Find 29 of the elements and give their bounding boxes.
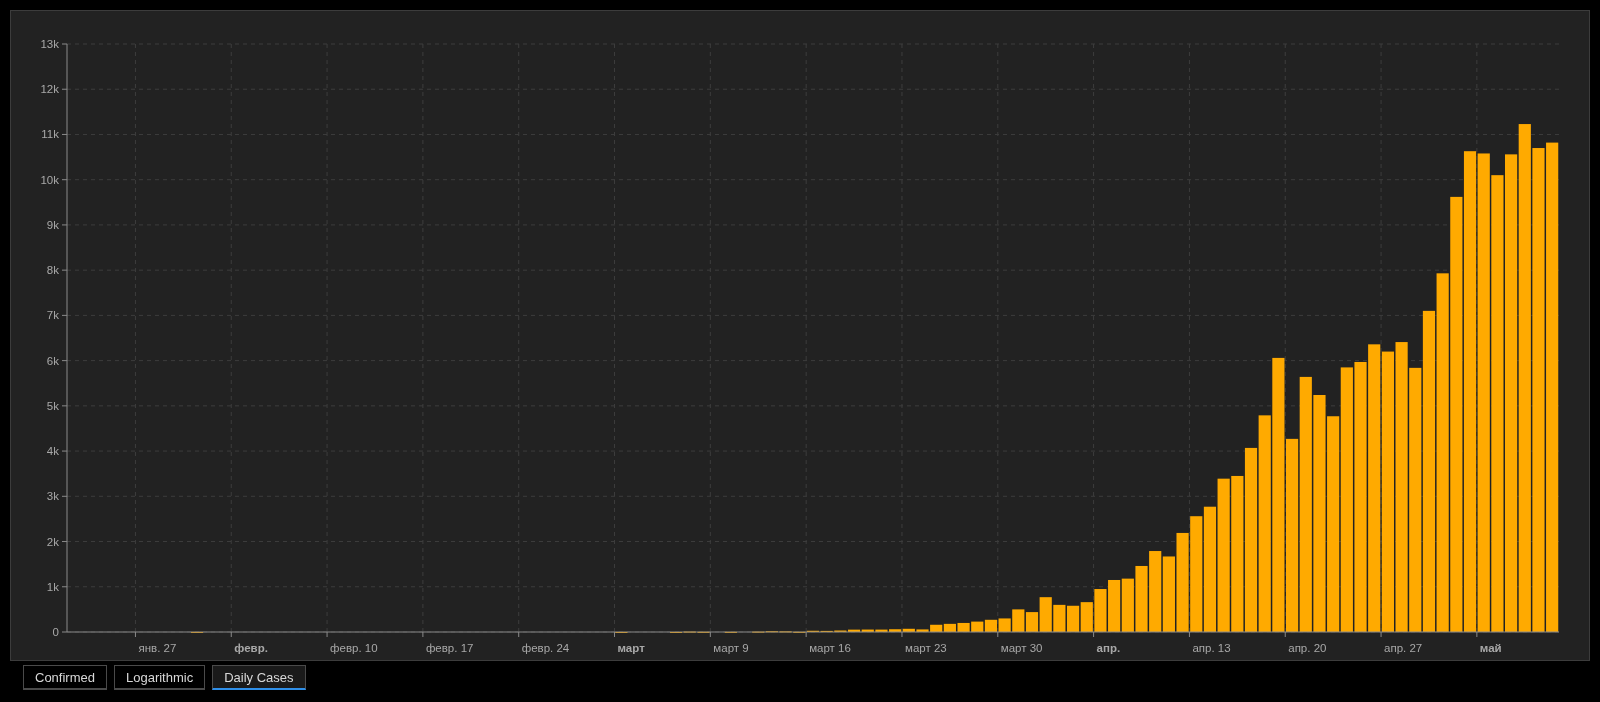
- axis-label: март: [617, 642, 645, 654]
- axis-label: 4k: [46, 445, 59, 458]
- axis-label: 7k: [46, 309, 59, 322]
- axis-label: 13k: [40, 38, 59, 50]
- axis-label: 9k: [46, 218, 59, 231]
- axis-label: апр. 20: [1288, 642, 1327, 654]
- axis-label: 10k: [40, 173, 59, 186]
- axis-label: апр. 13: [1192, 642, 1231, 654]
- axis-label: 1k: [46, 580, 59, 593]
- axis-label: 11k: [41, 128, 59, 141]
- axis-label: 5k: [46, 399, 59, 412]
- axis-label: 3k: [46, 490, 59, 503]
- axis-label: февр.: [234, 642, 268, 654]
- axis-label: 2k: [46, 535, 59, 548]
- axis-label: апр. 27: [1384, 642, 1423, 654]
- axis-label: февр. 17: [425, 642, 474, 654]
- axis-label: янв. 27: [138, 642, 177, 654]
- axis-label: 8k: [46, 264, 59, 277]
- axis-label: апр.: [1096, 642, 1121, 654]
- axis-label: март 30: [1000, 642, 1043, 654]
- axis-label: март 9: [713, 642, 749, 654]
- axis-label: февр. 24: [521, 642, 570, 654]
- axis-label: март 23: [904, 642, 947, 654]
- axis-label: март 16: [809, 642, 851, 654]
- axis-label: 0: [52, 626, 59, 638]
- axis-label: 12k: [40, 83, 59, 96]
- axis-label: 6k: [46, 354, 59, 367]
- axis-label: февр. 10: [330, 642, 378, 654]
- axis-label: май: [1479, 642, 1502, 654]
